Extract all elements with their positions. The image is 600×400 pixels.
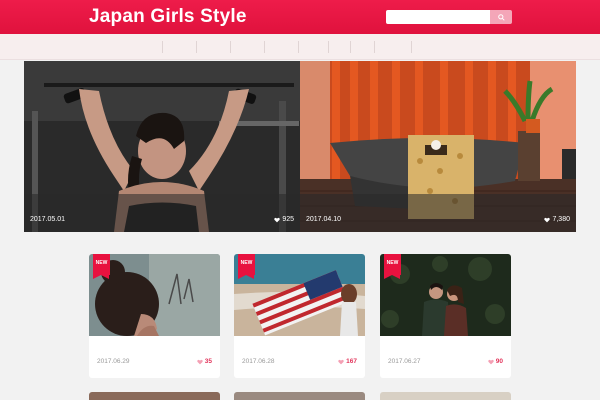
- hero-likes: 925: [274, 216, 294, 223]
- nav-list: [162, 41, 412, 53]
- card-date: 2017.06.27: [388, 358, 421, 365]
- nav-item[interactable]: [264, 41, 298, 53]
- article-card[interactable]: NEW 2017.06.29 35: [89, 254, 220, 378]
- site-header: Japan Girls Style: [0, 0, 600, 34]
- nav-item[interactable]: [298, 41, 328, 53]
- card-likes: 35: [197, 358, 212, 365]
- search-icon: [497, 13, 505, 21]
- heart-icon: [274, 217, 281, 222]
- nav-item[interactable]: [162, 41, 196, 53]
- hero-caption-bar: [300, 194, 576, 232]
- article-card[interactable]: NEW 2017.06.28 167: [234, 254, 365, 378]
- hero-date: 2017.05.01: [30, 216, 66, 223]
- heart-icon: [338, 359, 344, 364]
- hero-date: 2017.04.10: [306, 216, 342, 223]
- card-date: 2017.06.29: [97, 358, 130, 365]
- nav-item[interactable]: [328, 41, 350, 53]
- site-logo[interactable]: Japan Girls Style: [89, 6, 247, 28]
- nav-item[interactable]: [350, 41, 374, 53]
- card-date: 2017.06.28: [242, 358, 275, 365]
- hero-caption-bar: [24, 194, 300, 232]
- article-card-partial[interactable]: [89, 392, 220, 400]
- nav-item[interactable]: [230, 41, 264, 53]
- card-likes-count: 90: [495, 358, 503, 365]
- heart-icon: [488, 359, 494, 364]
- nav-item[interactable]: [196, 41, 230, 53]
- hero-likes-count: 7,380: [552, 216, 570, 223]
- search-input[interactable]: [386, 10, 490, 24]
- hero-article-interior[interactable]: 2017.04.10 7,380: [300, 61, 576, 232]
- hero-likes-count: 925: [282, 216, 294, 223]
- card-likes-count: 35: [204, 358, 212, 365]
- new-badge: NEW: [238, 254, 255, 279]
- search-button[interactable]: [490, 10, 512, 24]
- article-card-partial[interactable]: [234, 392, 365, 400]
- category-nav: [0, 34, 600, 60]
- hero-likes: 7,380: [544, 216, 570, 223]
- search-bar: [386, 10, 512, 24]
- heart-icon: [544, 217, 551, 222]
- card-likes-count: 167: [346, 358, 357, 365]
- article-card[interactable]: NEW 2017.06.27 90: [380, 254, 511, 378]
- article-card-partial[interactable]: [380, 392, 511, 400]
- card-likes: 167: [338, 358, 357, 365]
- new-badge: NEW: [93, 254, 110, 279]
- new-badge: NEW: [384, 254, 401, 279]
- heart-icon: [197, 359, 203, 364]
- card-likes: 90: [488, 358, 503, 365]
- hero-article-workout[interactable]: 2017.05.01 925: [24, 61, 300, 232]
- nav-item[interactable]: [374, 41, 412, 53]
